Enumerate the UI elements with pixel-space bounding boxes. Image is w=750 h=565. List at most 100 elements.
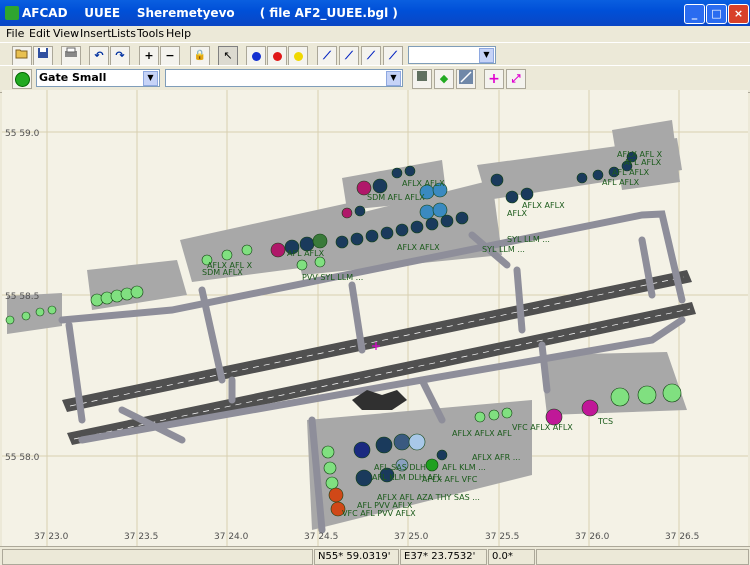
title-bar[interactable]: AFCAD UUEE Sheremetyevo ( file AF2_UUEE.… (0, 0, 750, 26)
menu-view[interactable]: View (53, 27, 79, 40)
airline-tag: VFC AFLX AFLX (512, 423, 573, 432)
printer-icon (65, 47, 77, 57)
lock-button[interactable]: 🔒 (190, 46, 210, 66)
menu-insert[interactable]: Insert (80, 27, 112, 40)
latitude-label: 55 59.0 (5, 129, 40, 139)
path-line-icon: ⟋ (389, 49, 397, 62)
airline-tag: AFLX AFLX (402, 179, 445, 188)
red-node-icon (272, 51, 282, 61)
airline-tag: AFL AFLX (287, 249, 325, 258)
airline-tag: AFLX AFL X (207, 261, 253, 270)
menu-help[interactable]: Help (166, 27, 191, 40)
runway-tool-button[interactable] (412, 69, 432, 89)
longitude-label: 37 25.0 (394, 532, 429, 542)
airline-tag: TCS (597, 417, 613, 426)
add-red-node-button[interactable] (267, 46, 287, 66)
close-button[interactable]: × (728, 4, 749, 24)
airport-map[interactable]: 55 59.0 55 58.5 55 58.0 37 23.0 37 23.5 … (2, 90, 748, 546)
crosshair-button[interactable]: + (484, 69, 504, 89)
airport-map-canvas[interactable]: 55 59.0 55 58.5 55 58.0 37 23.0 37 23.5 … (2, 90, 748, 546)
green-parking-icon (14, 71, 30, 87)
add-yellow-node-button[interactable] (288, 46, 308, 66)
yellow-node-icon (293, 51, 303, 61)
path-tool-2-button[interactable]: ⟋ (339, 46, 359, 66)
menu-edit[interactable]: Edit (29, 27, 50, 40)
print-button[interactable] (61, 46, 81, 66)
status-extra (536, 549, 749, 565)
undo-button[interactable]: ↶ (89, 46, 109, 66)
status-message (2, 549, 313, 565)
parking-type-value: Gate Small (39, 71, 107, 84)
measure-button[interactable]: ⤢ (506, 69, 526, 89)
airline-tag: AFLX AFR ... (472, 453, 520, 462)
zoom-out-button[interactable]: − (160, 46, 180, 66)
airline-tag: AFL AFLX (602, 178, 640, 187)
airline-tag: AFLX AFLX (397, 243, 440, 252)
start-location-button[interactable]: ◆ (434, 69, 454, 89)
diamond-icon: ◆ (439, 72, 449, 85)
magnifier-plus-icon: + (144, 49, 154, 62)
chevron-down-icon[interactable]: ▼ (479, 48, 494, 63)
airline-tag: AFLX (507, 209, 528, 218)
path-line-icon: ⟋ (345, 49, 353, 62)
airline-tag: SYL LLM ... (482, 245, 525, 254)
airline-tag: VFC AFL PVV AFLX (342, 509, 416, 518)
latitude-label: 55 58.5 (5, 292, 39, 302)
blue-node-icon (251, 51, 261, 61)
airline-tag: AFL AFLX (612, 168, 650, 177)
parking-type-button[interactable] (12, 69, 32, 89)
airline-tag: AFL KLM ... (442, 463, 486, 472)
status-heading: 0.0* (488, 549, 535, 565)
airline-tag: AFLX AFLX (522, 201, 565, 210)
window-title: AFCAD UUEE Sheremetyevo ( file AF2_UUEE.… (22, 6, 398, 20)
path-tool-3-button[interactable]: ⟋ (361, 46, 381, 66)
chevron-down-icon[interactable]: ▼ (143, 71, 158, 86)
longitude-label: 37 23.5 (124, 532, 158, 542)
menu-file[interactable]: File (6, 27, 24, 40)
longitude-label: 37 24.0 (214, 532, 249, 542)
status-bar: N55* 59.0319' E37* 23.7532' 0.0* (0, 546, 750, 565)
layer-select[interactable]: ▼ (408, 46, 496, 64)
longitude-label: 37 26.5 (665, 532, 699, 542)
airline-tag: PVV SYL LLM ... (302, 273, 363, 282)
measure-line-icon: ⤢ (511, 72, 521, 85)
path-line-icon: ⟋ (323, 49, 331, 62)
open-file-button[interactable] (12, 46, 32, 66)
taxiway-tool-button[interactable] (456, 69, 476, 89)
longitude-label: 37 25.5 (485, 532, 519, 542)
runway-icon (417, 71, 427, 81)
pointer-icon: ↖ (223, 49, 233, 62)
chevron-down-icon[interactable]: ▼ (386, 71, 401, 86)
status-longitude: E37* 23.7532' (400, 549, 487, 565)
lock-icon: 🔒 (193, 50, 207, 61)
airline-codes-select[interactable]: ▼ (165, 69, 403, 87)
airline-tag: AFLX AFLX AFL (452, 429, 512, 438)
longitude-label: 37 23.0 (34, 532, 69, 542)
airline-tag: SDM AFL AFLX (367, 193, 425, 202)
zoom-in-button[interactable]: + (139, 46, 159, 66)
minimize-button[interactable]: _ (684, 4, 705, 24)
airline-tag: AFLX AFL VFC (422, 475, 478, 484)
longitude-label: 37 24.5 (304, 532, 338, 542)
select-pointer-button[interactable]: ↖ (218, 46, 238, 66)
redo-button[interactable]: ↷ (110, 46, 130, 66)
airline-tag: AFL SAS DLH (374, 463, 426, 472)
magnifier-minus-icon: − (165, 49, 175, 62)
menu-lists[interactable]: Lists (111, 27, 136, 40)
save-disk-icon (38, 48, 48, 58)
plus-crosshair-icon: + (488, 71, 500, 87)
longitude-label: 37 26.0 (575, 532, 610, 542)
parking-type-select[interactable]: Gate Small ▼ (36, 69, 160, 87)
latitude-label: 55 58.0 (5, 453, 40, 463)
taxiway-icon (459, 70, 473, 84)
path-line-icon: ⟋ (367, 49, 375, 62)
maximize-button[interactable]: □ (706, 4, 727, 24)
path-tool-4-button[interactable]: ⟋ (383, 46, 403, 66)
save-button[interactable] (33, 46, 53, 66)
menu-bar: File Edit View Insert Lists Tools Help (0, 26, 750, 42)
airline-tag: AFL AFLX (624, 158, 662, 167)
airline-tag: SYL LLM ... (507, 235, 550, 244)
menu-tools[interactable]: Tools (137, 27, 164, 40)
path-tool-1-button[interactable]: ⟋ (317, 46, 337, 66)
add-blue-node-button[interactable] (246, 46, 266, 66)
